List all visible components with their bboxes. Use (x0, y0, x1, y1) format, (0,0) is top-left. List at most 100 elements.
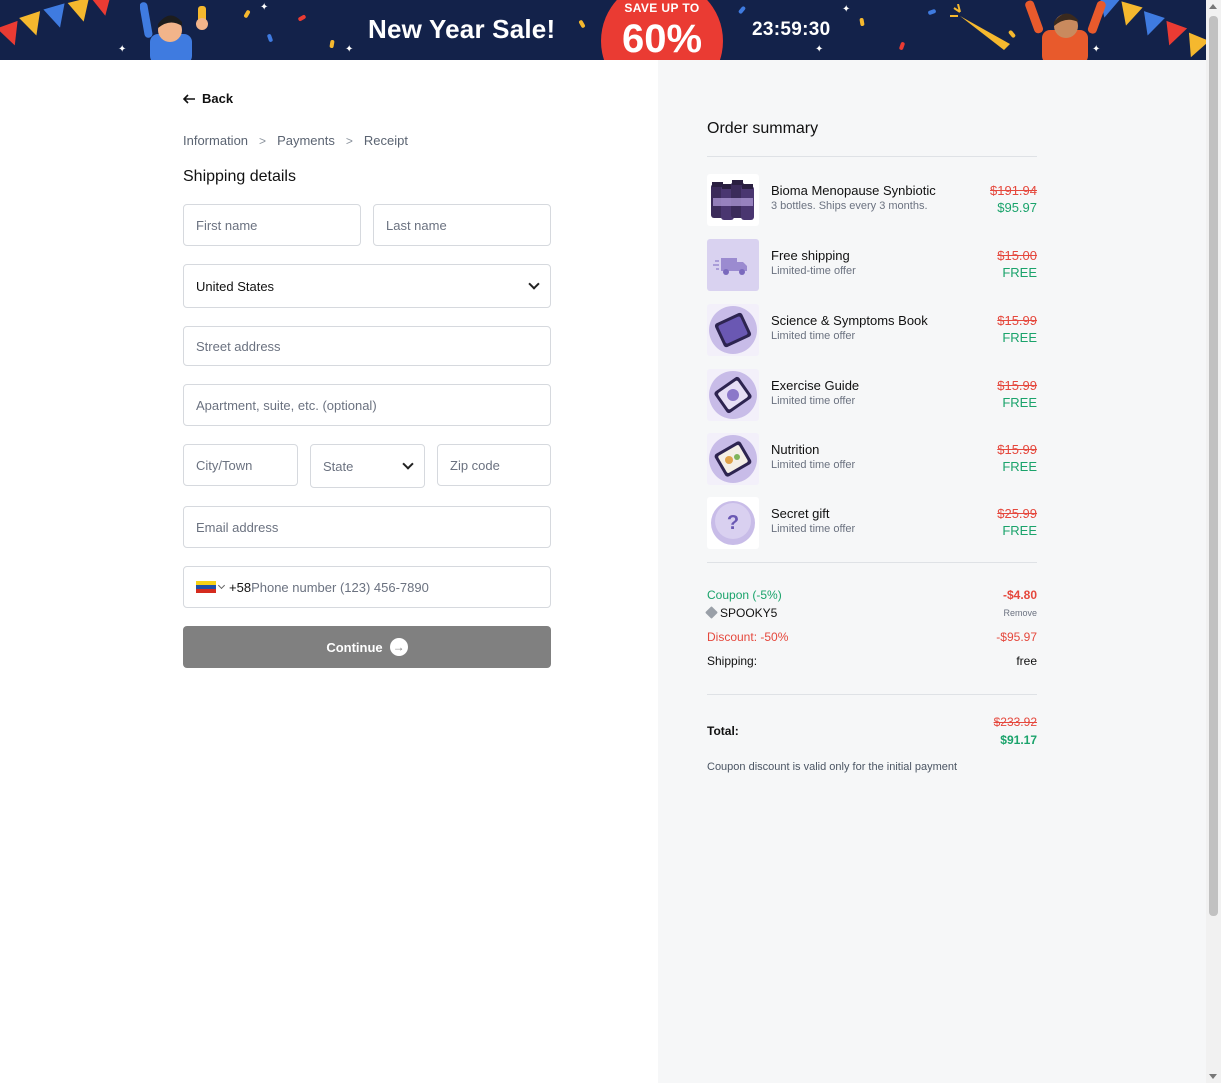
save-up-to-label: SAVE UP TO (624, 1, 700, 15)
coupon-row: Coupon (-5%) -$4.80 (707, 588, 1037, 604)
divider (707, 562, 1037, 563)
item-old-price: $191.94 (990, 183, 1037, 198)
sparkle-decoration: ✦ (345, 44, 354, 55)
bunting-flag-decoration (43, 3, 71, 31)
coupon-label: Coupon (-5%) (707, 588, 782, 602)
page-scrollbar[interactable] (1206, 0, 1221, 1083)
breadcrumb: Information > Payments > Receipt (183, 133, 408, 148)
last-name-input[interactable] (386, 217, 538, 233)
item-old-price: $15.99 (997, 442, 1037, 457)
order-summary-title: Order summary (707, 120, 819, 137)
country-code-selector[interactable] (196, 580, 226, 594)
back-button[interactable]: Back (183, 91, 233, 106)
confetti-decoration (329, 39, 335, 49)
coupon-code: SPOOKY5 (705, 606, 778, 620)
last-name-field[interactable] (373, 204, 551, 246)
phone-field[interactable]: +58 (183, 566, 551, 608)
discount-amount: -$95.97 (996, 630, 1037, 644)
state-select[interactable]: State (310, 444, 425, 488)
apartment-field[interactable] (183, 384, 551, 426)
coupon-note: Coupon discount is valid only for the in… (707, 761, 958, 773)
item-name: Free shipping (771, 248, 850, 263)
chevron-right-icon: > (345, 133, 353, 148)
chevron-down-icon (217, 581, 226, 590)
street-address-input[interactable] (196, 338, 538, 354)
divider (707, 156, 1037, 157)
confetti-decoration (266, 33, 274, 43)
zip-code-input[interactable] (450, 457, 538, 473)
coupon-code-text: SPOOKY5 (720, 606, 778, 620)
celebrating-person-illustration-right (1025, 0, 1106, 60)
arrow-right-circle-icon: → (389, 638, 408, 656)
city-input[interactable] (196, 457, 285, 473)
sparkle-decoration: ✦ (842, 4, 851, 15)
banner-title: New Year Sale! (368, 14, 556, 44)
state-value: State (323, 458, 354, 474)
confetti-decoration (297, 14, 307, 22)
sparkle-decoration: ✦ (118, 44, 127, 55)
book-tablet-icon (707, 304, 759, 356)
item-new-price: FREE (1002, 523, 1037, 538)
item-subtitle: Limited time offer (771, 330, 856, 342)
breadcrumb-receipt[interactable]: Receipt (364, 133, 408, 148)
city-field[interactable] (183, 444, 298, 486)
street-address-field[interactable] (183, 326, 551, 366)
breadcrumb-information[interactable]: Information (183, 133, 248, 148)
country-select[interactable]: United States (183, 264, 551, 308)
sale-percent-badge: SAVE UP TO 60% (601, 0, 723, 60)
total-row: Total: $233.92 $91.17 (707, 714, 1037, 750)
email-input[interactable] (196, 519, 538, 535)
continue-label: Continue (326, 639, 383, 655)
promo-banner: ✦ ✦ ✦ ✦ ✦ ✦ New Year Sale! SAVE UP TO 60… (0, 0, 1206, 60)
sparkle-decoration: ✦ (815, 44, 824, 55)
scroll-up-arrow-icon[interactable] (1209, 4, 1217, 9)
apartment-input[interactable] (196, 397, 538, 413)
zip-code-field[interactable] (437, 444, 551, 486)
confetti-decoration (243, 9, 251, 19)
shipping-label: Shipping: (707, 654, 758, 668)
discount-row: Discount: -50% -$95.97 (707, 630, 1037, 646)
first-name-field[interactable] (183, 204, 361, 246)
countdown-timer: 23:59:30 (752, 19, 831, 40)
order-item: Bioma Menopause Synbiotic 3 bottles. Shi… (707, 174, 1037, 228)
confetti-decoration (578, 19, 586, 29)
order-item: Exercise Guide Limited time offer $15.99… (707, 369, 1037, 423)
bunting-flag-decoration (1180, 32, 1206, 60)
email-field[interactable] (183, 506, 551, 548)
discount-label: Discount: -50% (707, 630, 789, 644)
chevron-down-icon (402, 458, 414, 470)
confetti-decoration (737, 5, 747, 15)
confetti-decoration (859, 17, 865, 27)
confetti-decoration (898, 41, 906, 51)
order-item: ? Secret gift Limited time offer $25.99 … (707, 497, 1037, 551)
nutrition-tablet-icon (707, 433, 759, 485)
item-subtitle: Limited time offer (771, 523, 856, 535)
scroll-down-arrow-icon[interactable] (1209, 1074, 1217, 1079)
confetti-decoration (927, 8, 937, 16)
coupon-code-row: SPOOKY5 Remove (705, 606, 1037, 622)
item-subtitle: Limited time offer (771, 459, 856, 471)
bunting-flag-decoration (19, 11, 47, 39)
item-new-price: FREE (1002, 459, 1037, 474)
save-percent-value: 60% (621, 17, 703, 60)
item-old-price: $15.00 (997, 248, 1037, 263)
item-new-price: $95.97 (997, 200, 1037, 215)
breadcrumb-payments[interactable]: Payments (277, 133, 335, 148)
question-mark-icon: ? (707, 497, 759, 549)
tag-icon (705, 606, 718, 619)
item-subtitle: Limited time offer (771, 395, 856, 407)
total-old-price: $233.92 (993, 715, 1037, 729)
chevron-down-icon (528, 278, 540, 290)
continue-button[interactable]: Continue → (183, 626, 551, 668)
back-label: Back (202, 91, 234, 106)
total-new-price: $91.17 (1000, 733, 1037, 747)
scrollbar-thumb[interactable] (1209, 16, 1218, 916)
item-name: Science & Symptoms Book (771, 313, 928, 328)
remove-coupon-link[interactable]: Remove (1003, 608, 1037, 618)
first-name-input[interactable] (196, 217, 348, 233)
guide-tablet-icon (707, 369, 759, 421)
arrow-left-icon (183, 93, 195, 104)
bunting-flag-decoration (67, 0, 95, 25)
phone-input[interactable] (251, 579, 538, 595)
item-new-price: FREE (1002, 330, 1037, 345)
